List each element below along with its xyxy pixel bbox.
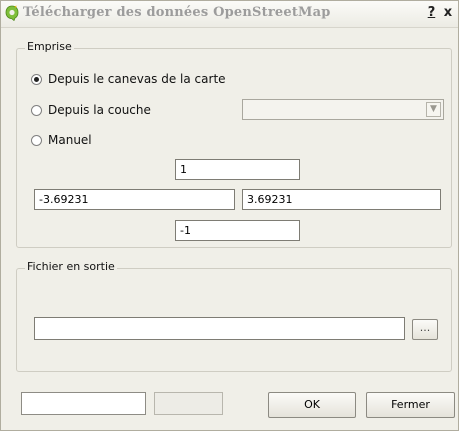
- radio-layer-indicator[interactable]: [31, 104, 42, 116]
- title-buttons: ? x: [425, 5, 454, 20]
- radio-manual-label: Manuel: [48, 133, 92, 147]
- radio-manual-indicator[interactable]: [31, 134, 42, 146]
- radio-layer-label: Depuis la couche: [48, 103, 151, 117]
- window-title: Télécharger des données OpenStreetMap: [23, 5, 331, 20]
- west-field[interactable]: -3.69231: [34, 189, 235, 210]
- help-button[interactable]: ?: [425, 5, 437, 20]
- qgis-icon: [5, 5, 19, 21]
- output-file-group-label: Fichier en sortie: [25, 260, 117, 273]
- north-field[interactable]: 1: [175, 159, 300, 180]
- south-field[interactable]: -1: [175, 220, 300, 241]
- east-field[interactable]: 3.69231: [242, 189, 441, 210]
- radio-map-canvas-label: Depuis le canevas de la carte: [48, 72, 226, 86]
- status-field: [21, 392, 146, 415]
- radio-manual[interactable]: Manuel: [31, 132, 92, 148]
- close-window-button[interactable]: x: [442, 5, 454, 20]
- progress-field: [154, 392, 223, 415]
- layer-combo[interactable]: ▼: [242, 99, 444, 120]
- browse-button[interactable]: ...: [412, 319, 438, 340]
- chevron-down-icon[interactable]: ▼: [426, 102, 441, 117]
- close-button[interactable]: Fermer: [366, 392, 455, 418]
- radio-map-canvas-indicator[interactable]: [31, 73, 42, 85]
- extent-group-label: Emprise: [25, 40, 74, 53]
- title-bar: Télécharger des données OpenStreetMap ? …: [1, 1, 458, 28]
- ok-button[interactable]: OK: [268, 392, 356, 418]
- download-osm-dialog: Télécharger des données OpenStreetMap ? …: [0, 0, 459, 431]
- radio-layer[interactable]: Depuis la couche: [31, 102, 151, 118]
- output-file-field[interactable]: [34, 317, 405, 340]
- radio-map-canvas[interactable]: Depuis le canevas de la carte: [31, 71, 226, 87]
